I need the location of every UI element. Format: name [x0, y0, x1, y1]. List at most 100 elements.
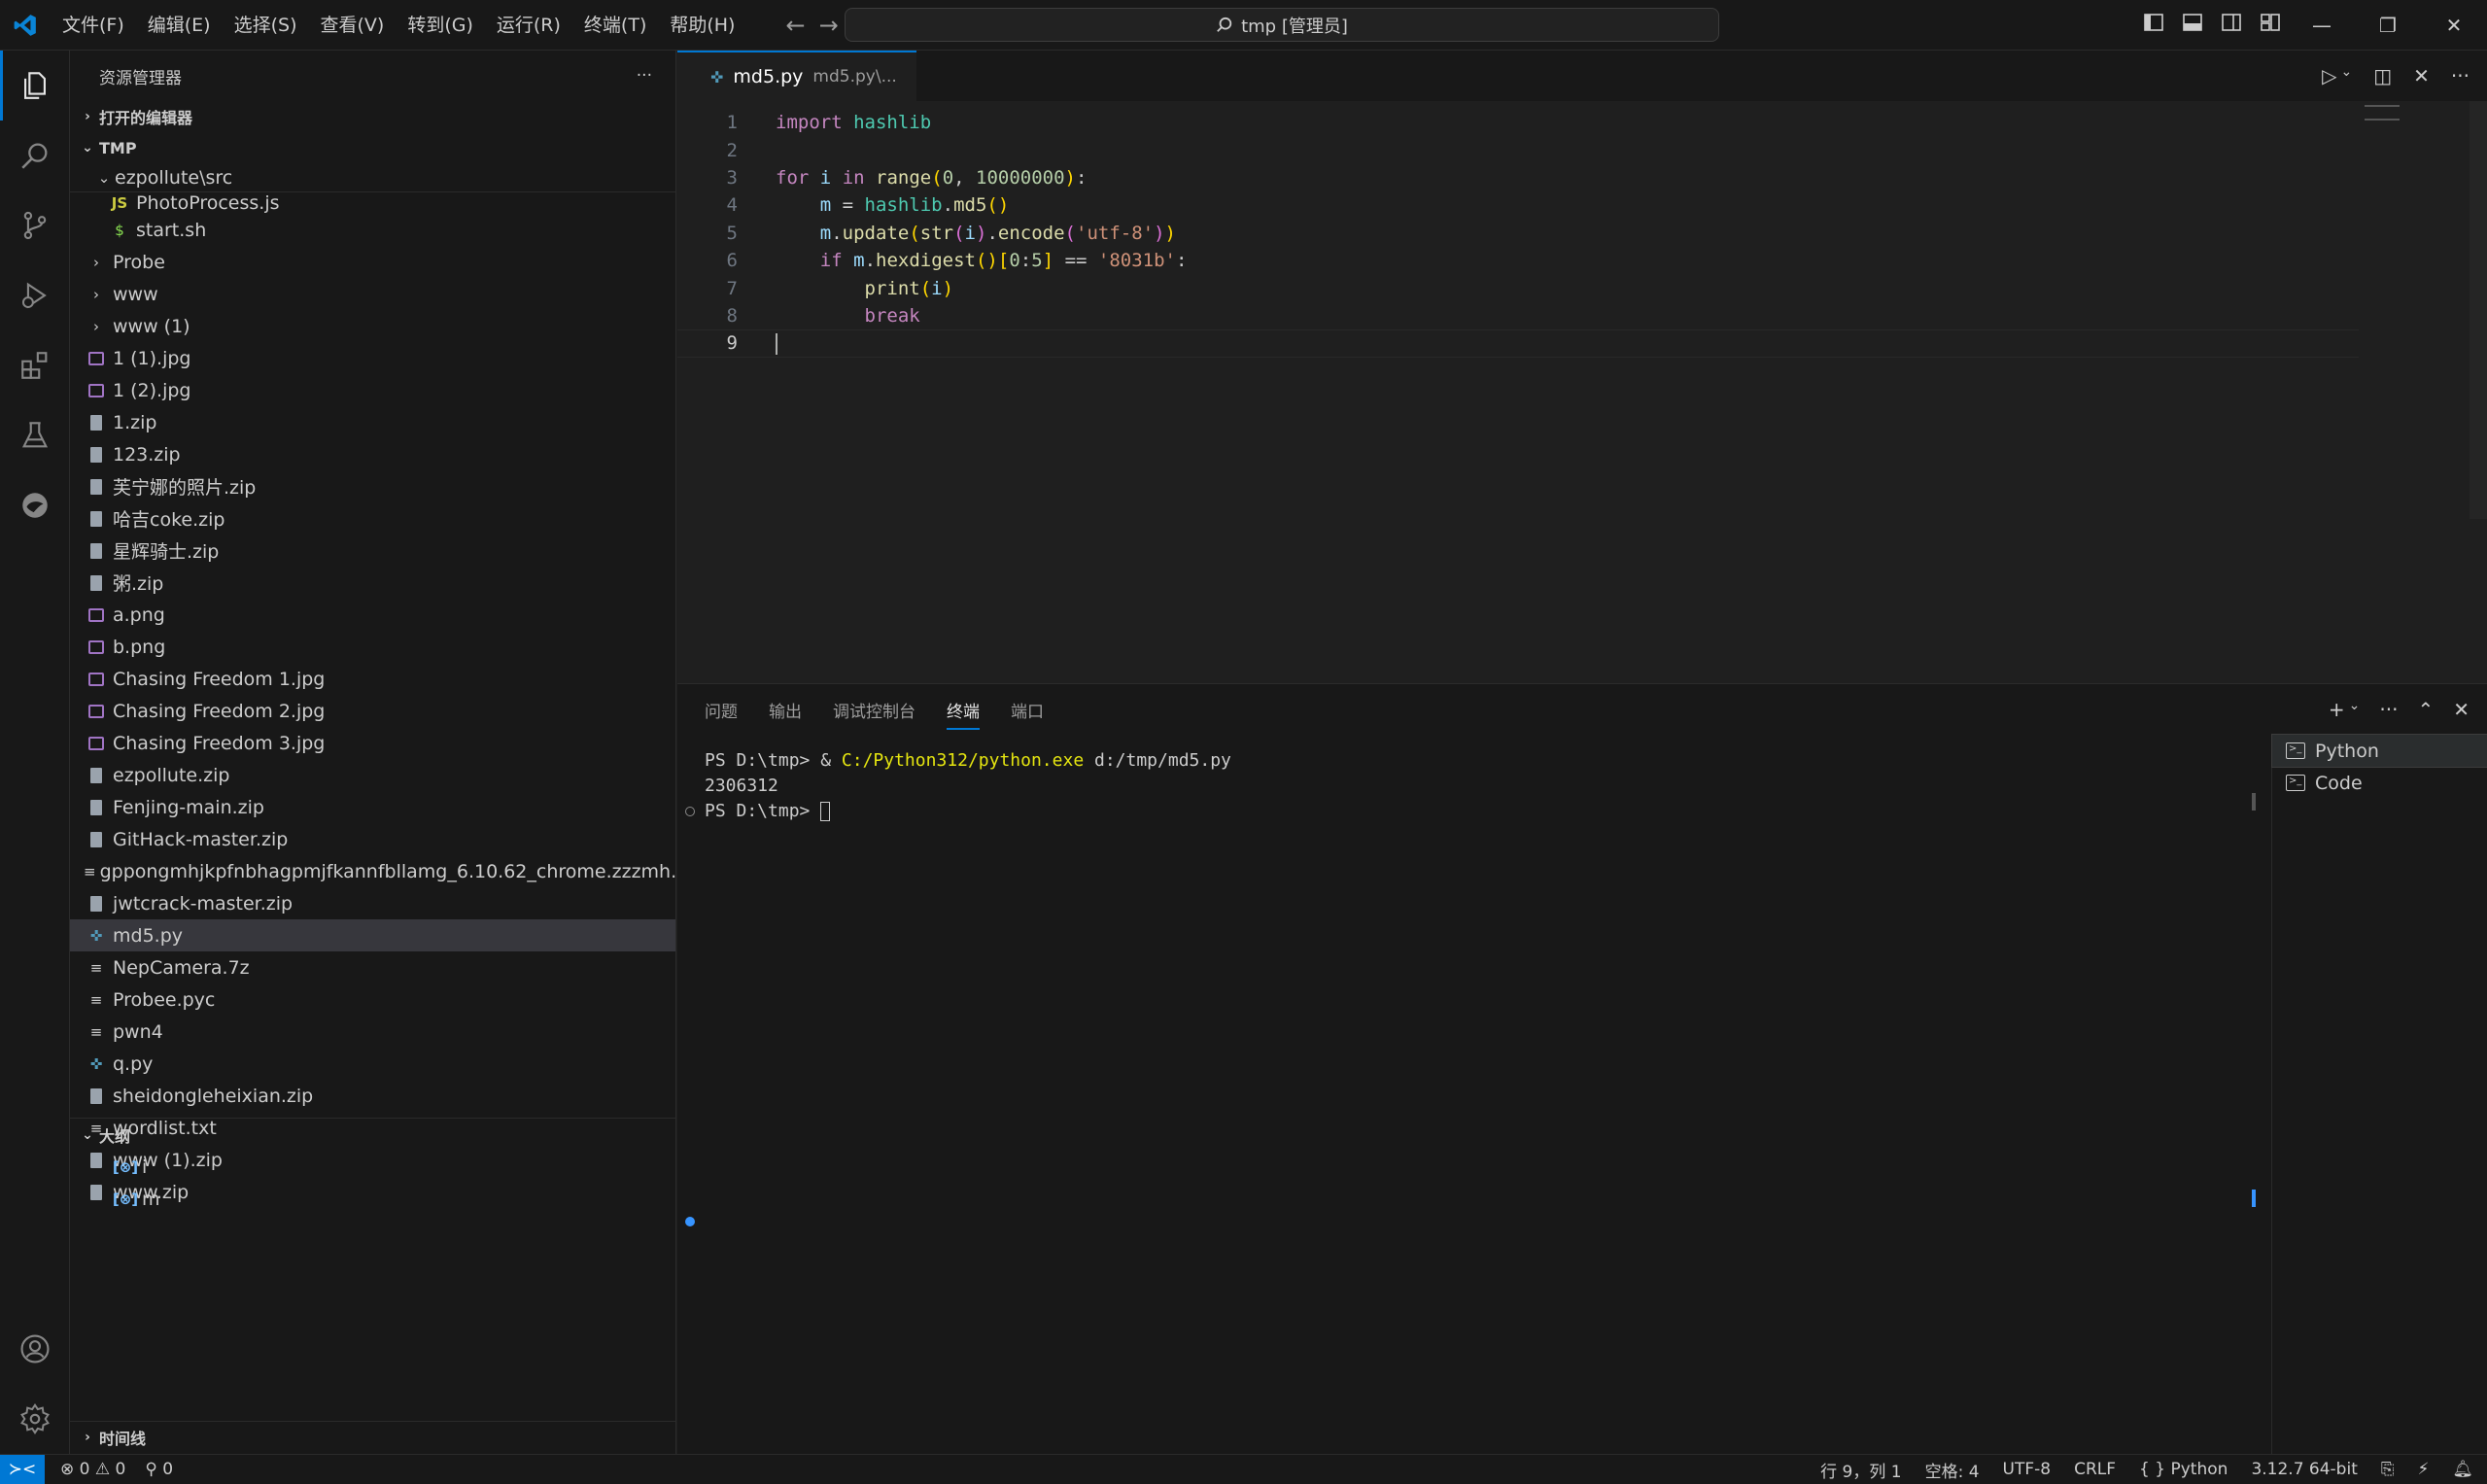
toggle-secondary-sidebar-icon[interactable]: [2221, 12, 2244, 35]
menu-view[interactable]: 查看(V): [309, 0, 397, 51]
run-debug-icon[interactable]: [0, 260, 70, 330]
file-item[interactable]: ≡ Probee.pyc: [70, 984, 675, 1016]
clipboard-icon[interactable]: ⎘: [2381, 1460, 2395, 1479]
tab-ports[interactable]: 端口: [1011, 698, 1044, 722]
copilot-icon[interactable]: ⚡: [2417, 1460, 2429, 1479]
tab-debug-console[interactable]: 调试控制台: [833, 698, 915, 722]
menu-go[interactable]: 转到(G): [396, 0, 485, 51]
file-item[interactable]: ≡ pwn4: [70, 1016, 675, 1048]
folder-item[interactable]: › www: [70, 278, 675, 310]
run-python-file-icon[interactable]: ▷: [2322, 64, 2336, 87]
notifications-bell-icon[interactable]: 🔔︎: [2452, 1460, 2473, 1479]
file-item[interactable]: ≡ wordlist.txt: [70, 1112, 675, 1144]
menu-run[interactable]: 运行(R): [485, 0, 572, 51]
file-item[interactable]: jwtcrack-master.zip: [70, 887, 675, 919]
file-item[interactable]: 1.zip: [70, 406, 675, 438]
menu-file[interactable]: 文件(F): [51, 0, 136, 51]
file-item[interactable]: Fenjing-main.zip: [70, 791, 675, 823]
file-item[interactable]: ezpollute.zip: [70, 759, 675, 791]
toggle-panel-icon[interactable]: [2182, 12, 2205, 35]
minimap[interactable]: [2365, 105, 2400, 121]
workspace-root-section[interactable]: ⌄ TMP: [70, 132, 675, 163]
file-item[interactable]: 粥.zip: [70, 567, 675, 599]
file-item[interactable]: JS PhotoProcess.js: [70, 192, 675, 214]
customize-layout-icon[interactable]: [2260, 12, 2283, 35]
settings-gear-icon[interactable]: [0, 1384, 70, 1454]
more-actions-icon[interactable]: ···: [637, 66, 652, 86]
code-text: import hashlib: [776, 112, 932, 134]
menu-terminal[interactable]: 终端(T): [572, 0, 658, 51]
file-item[interactable]: 哈吉coke.zip: [70, 502, 675, 535]
code-editor[interactable]: 1 import hashlib 2 3 for i in range(0, 10000…: [677, 101, 2487, 682]
folder-item[interactable]: › www (1): [70, 310, 675, 342]
split-editor-icon[interactable]: ◫: [2373, 64, 2392, 87]
more-actions-icon[interactable]: ···: [2451, 64, 2470, 87]
encoding-status[interactable]: UTF-8: [2003, 1460, 2052, 1479]
file-item[interactable]: GitHack-master.zip: [70, 823, 675, 855]
search-icon[interactable]: [0, 121, 70, 190]
file-item[interactable]: ✜ md5.py: [70, 919, 675, 951]
minimize-icon[interactable]: —: [2289, 0, 2355, 51]
editor-scrollbar[interactable]: [2470, 101, 2487, 519]
file-item[interactable]: a.png: [70, 599, 675, 631]
extensions-icon[interactable]: [0, 330, 70, 400]
file-item[interactable]: 1 (2).jpg: [70, 374, 675, 406]
terminal-output[interactable]: PS D:\tmp> & C:/Python312/python.exe d:/…: [677, 735, 2256, 1455]
restore-icon[interactable]: ❐: [2355, 0, 2421, 51]
language-mode[interactable]: { } Python: [2139, 1460, 2228, 1479]
python-interpreter[interactable]: 3.12.7 64-bit: [2251, 1460, 2357, 1479]
tab-problems[interactable]: 问题: [705, 698, 738, 722]
tab-md5-py[interactable]: ✜ md5.py md5.py\...: [677, 51, 916, 101]
source-control-icon[interactable]: [0, 190, 70, 260]
close-window-icon[interactable]: ✕: [2421, 0, 2487, 51]
file-item[interactable]: ✜ q.py: [70, 1048, 675, 1080]
file-item[interactable]: b.png: [70, 631, 675, 663]
file-item[interactable]: $ start.sh: [70, 214, 675, 246]
testing-flask-icon[interactable]: [0, 400, 70, 470]
explorer-icon[interactable]: [0, 51, 70, 121]
cursor-position[interactable]: 行 9，列 1: [1820, 1458, 1901, 1482]
outline-item[interactable]: [⊗] i: [70, 1151, 675, 1183]
file-item[interactable]: 123.zip: [70, 438, 675, 470]
menu-selection[interactable]: 选择(S): [223, 0, 309, 51]
run-dropdown-chevron-icon[interactable]: ⌄: [2341, 64, 2353, 87]
open-editors-section[interactable]: › 打开的编辑器: [70, 101, 675, 132]
terminal-item-python[interactable]: >_ Python: [2271, 734, 2487, 768]
tab-terminal[interactable]: 终端: [947, 698, 980, 730]
file-item[interactable]: Chasing Freedom 1.jpg: [70, 663, 675, 695]
ports-status[interactable]: ⚲ 0: [145, 1460, 173, 1479]
menu-help[interactable]: 帮助(H): [658, 0, 746, 51]
file-item[interactable]: ≡ gppongmhjkpfnbhagpmjfkannfbllamg_6.10.6…: [70, 855, 675, 887]
back-arrow-icon[interactable]: ←: [785, 12, 805, 39]
tab-output[interactable]: 输出: [769, 698, 802, 722]
accounts-icon[interactable]: [0, 1314, 70, 1384]
remote-explorer-icon[interactable]: [0, 470, 70, 540]
file-item[interactable]: Chasing Freedom 2.jpg: [70, 695, 675, 727]
folder-item[interactable]: › Probe: [70, 246, 675, 278]
menu-edit[interactable]: 编辑(E): [136, 0, 223, 51]
more-actions-icon[interactable]: ···: [2379, 698, 2398, 721]
terminal-dropdown-chevron-icon[interactable]: ⌄: [2349, 698, 2361, 721]
sticky-folder-ezpollute-src[interactable]: ⌄ ezpollute\src: [70, 163, 675, 192]
command-center-search[interactable]: tmp [管理员]: [845, 8, 1719, 42]
remote-indicator-icon[interactable]: ≻<: [0, 1454, 45, 1484]
eol-status[interactable]: CRLF: [2074, 1460, 2116, 1479]
outline-item[interactable]: [⊗] m: [70, 1183, 675, 1215]
file-item[interactable]: 星辉骑士.zip: [70, 535, 675, 567]
file-item[interactable]: 1 (1).jpg: [70, 342, 675, 374]
new-terminal-plus-icon[interactable]: +: [2329, 698, 2345, 721]
file-item[interactable]: sheidongleheixian.zip: [70, 1080, 675, 1112]
file-item[interactable]: Chasing Freedom 3.jpg: [70, 727, 675, 759]
file-item[interactable]: 芙宁娜的照片.zip: [70, 470, 675, 502]
terminal-item-code[interactable]: >_ Code: [2272, 767, 2487, 799]
file-item[interactable]: ≡ NepCamera.7z: [70, 951, 675, 984]
toggle-primary-sidebar-icon[interactable]: [2143, 12, 2166, 35]
close-editor-icon[interactable]: ✕: [2413, 64, 2430, 87]
indentation-status[interactable]: 空格: 4: [1925, 1458, 1980, 1482]
close-panel-icon[interactable]: ✕: [2453, 698, 2470, 721]
forward-arrow-icon[interactable]: →: [819, 12, 839, 39]
maximize-panel-icon[interactable]: ⌃: [2417, 698, 2434, 721]
timeline-section[interactable]: › 时间线: [70, 1422, 146, 1453]
outline-section[interactable]: ⌄ 大纲: [70, 1120, 130, 1151]
problems-status[interactable]: ⊗ 0 ⚠ 0: [60, 1460, 125, 1479]
